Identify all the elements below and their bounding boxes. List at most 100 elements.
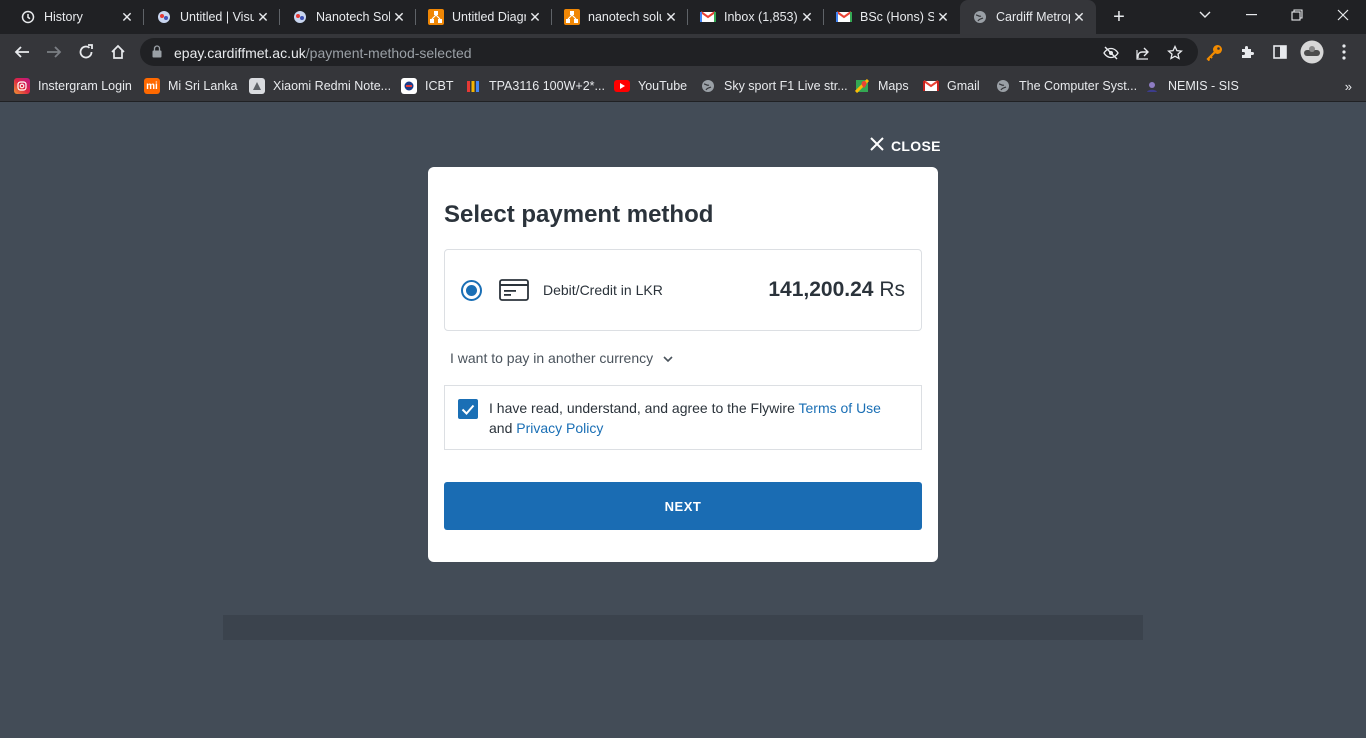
close-tab-icon[interactable]: ✕ xyxy=(390,8,408,26)
tab-bsc-hons[interactable]: BSc (Hons) Software Engineering ✕ xyxy=(824,0,960,34)
close-tab-icon[interactable]: ✕ xyxy=(526,8,544,26)
lock-icon[interactable] xyxy=(152,45,162,63)
bookmark-mi-sri-lanka[interactable]: mi Mi Sri Lanka xyxy=(144,76,237,96)
tab-cardiff-met[interactable]: Cardiff Metropolitan University ✕ xyxy=(960,0,1096,34)
tab-history[interactable]: History ✕ xyxy=(8,0,144,34)
bookmark-label: YouTube xyxy=(638,79,688,93)
check-icon xyxy=(461,404,475,415)
page-overlay: CLOSE Select payment method Debit/Credit… xyxy=(0,102,1366,738)
nemis-icon xyxy=(1144,78,1160,94)
youtube-icon xyxy=(614,80,630,92)
terms-of-use-link[interactable]: Terms of Use xyxy=(799,400,881,416)
bookmark-instagram[interactable]: Instergram Login xyxy=(14,76,132,96)
close-button[interactable]: CLOSE xyxy=(869,136,941,155)
radio-selected-dot xyxy=(466,285,477,296)
chevron-down-icon xyxy=(663,350,673,366)
payment-amount: 141,200.24 Rs xyxy=(768,278,905,302)
restore-button[interactable] xyxy=(1274,0,1320,30)
close-window-button[interactable] xyxy=(1320,0,1366,30)
tab-title: History xyxy=(44,10,83,24)
key-extension-icon[interactable] xyxy=(1205,42,1225,62)
close-tab-icon[interactable]: ✕ xyxy=(254,8,272,26)
close-icon xyxy=(869,136,885,155)
bookmark-label: The Computer Syst... xyxy=(1019,79,1138,93)
bookmark-computer-systems[interactable]: The Computer Syst... xyxy=(995,76,1137,96)
history-icon xyxy=(20,9,36,25)
drawio-icon xyxy=(564,9,580,25)
bookmark-label: Xiaomi Redmi Note... xyxy=(273,79,392,93)
xiaomi-icon xyxy=(249,78,265,94)
amount-currency: Rs xyxy=(879,278,905,301)
tab-inbox[interactable]: Inbox (1,853) ✕ xyxy=(688,0,824,34)
share-icon[interactable] xyxy=(1134,44,1152,62)
tab-title: Cardiff Metropolitan University xyxy=(996,10,1070,24)
tab-search-icon[interactable] xyxy=(1182,0,1228,30)
bookmark-label: ICBT xyxy=(425,79,454,93)
gmail-icon xyxy=(700,9,716,25)
bookmarks-bar: Instergram Login mi Mi Sri Lanka Xiaomi … xyxy=(0,70,1366,102)
payment-option-radio[interactable] xyxy=(461,280,482,301)
maps-icon xyxy=(854,78,870,94)
more-menu-icon[interactable] xyxy=(1334,42,1354,62)
icbt-icon xyxy=(401,78,417,94)
mi-icon: mi xyxy=(144,78,160,94)
url-text: epay.cardiffmet.ac.uk/payment-method-sel… xyxy=(174,45,472,61)
url-domain: epay.cardiffmet.ac.uk xyxy=(174,45,306,61)
next-button[interactable]: NEXT xyxy=(444,482,922,530)
bookmark-xiaomi-redmi[interactable]: Xiaomi Redmi Note... xyxy=(249,76,391,96)
bookmark-maps[interactable]: Maps xyxy=(854,76,909,96)
instagram-icon xyxy=(14,78,30,94)
bookmark-icbt[interactable]: ICBT xyxy=(401,76,453,96)
close-tab-icon[interactable]: ✕ xyxy=(1070,8,1088,26)
tab-nanotech-visual-paradigm[interactable]: Nanotech Solutions | Visual Paradigm Onl… xyxy=(280,0,416,34)
more-bookmarks-chevron-icon[interactable]: » xyxy=(1345,79,1352,94)
bookmark-star-icon[interactable] xyxy=(1166,44,1184,62)
bookmark-sky-sport[interactable]: Sky sport F1 Live str... xyxy=(700,76,848,96)
bookmark-nemis[interactable]: NEMIS - SIS xyxy=(1144,76,1239,96)
extensions-icon[interactable] xyxy=(1238,42,1258,62)
visual-paradigm-icon xyxy=(292,9,308,25)
privacy-policy-link[interactable]: Privacy Policy xyxy=(516,420,603,436)
globe-icon xyxy=(995,78,1011,94)
modal-title: Select payment method xyxy=(444,201,714,228)
tab-untitled-diagram[interactable]: Untitled Diagram - draw.io ✕ xyxy=(416,0,552,34)
background-page-bar xyxy=(223,615,1143,640)
eye-off-icon[interactable] xyxy=(1102,44,1120,62)
close-tab-icon[interactable]: ✕ xyxy=(798,8,816,26)
terms-and: and xyxy=(489,420,517,436)
bookmark-tpa3116[interactable]: TPA3116 100W+2*... xyxy=(465,76,605,96)
other-currency-toggle[interactable]: I want to pay in another currency xyxy=(450,350,673,366)
forward-button[interactable] xyxy=(42,40,66,64)
drawio-icon xyxy=(428,9,444,25)
terms-text: I have read, understand, and agree to th… xyxy=(489,398,909,438)
side-panel-icon[interactable] xyxy=(1270,42,1290,62)
bookmark-gmail[interactable]: Gmail xyxy=(923,76,980,96)
visual-paradigm-icon xyxy=(156,9,172,25)
tab-strip: History ✕ Untitled | Visual Paradigm Onl… xyxy=(0,0,1366,34)
tab-title: Inbox (1,853) xyxy=(724,10,798,24)
tab-title: Nanotech Solutions | Visual Paradigm Onl… xyxy=(316,10,390,24)
minimize-button[interactable] xyxy=(1228,0,1274,30)
close-tab-icon[interactable]: ✕ xyxy=(662,8,680,26)
bookmark-label: TPA3116 100W+2*... xyxy=(489,79,605,93)
amount-value: 141,200.24 xyxy=(768,278,874,301)
reload-button[interactable] xyxy=(74,40,98,64)
bookmark-youtube[interactable]: YouTube xyxy=(614,76,687,96)
back-button[interactable] xyxy=(10,40,34,64)
close-tab-icon[interactable]: ✕ xyxy=(118,8,136,26)
new-tab-button[interactable]: + xyxy=(1108,6,1130,28)
browser-toolbar: epay.cardiffmet.ac.uk/payment-method-sel… xyxy=(0,34,1366,70)
address-bar[interactable]: epay.cardiffmet.ac.uk/payment-method-sel… xyxy=(140,38,1198,66)
globe-icon xyxy=(700,78,716,94)
tab-nanotech-drawio[interactable]: nanotech solutions - draw.io ✕ xyxy=(552,0,688,34)
bookmark-label: Gmail xyxy=(947,79,980,93)
tab-title: BSc (Hons) Software Engineering xyxy=(860,10,934,24)
payment-option-label: Debit/Credit in LKR xyxy=(543,282,663,298)
home-button[interactable] xyxy=(106,40,130,64)
terms-checkbox[interactable] xyxy=(458,399,478,419)
tab-untitled-visual-paradigm[interactable]: Untitled | Visual Paradigm Online ✕ xyxy=(144,0,280,34)
profile-avatar[interactable] xyxy=(1300,40,1324,64)
payment-option-debit-credit[interactable]: Debit/Credit in LKR 141,200.24 Rs xyxy=(444,249,922,331)
close-tab-icon[interactable]: ✕ xyxy=(934,8,952,26)
tab-title: Untitled | Visual Paradigm Online xyxy=(180,10,254,24)
